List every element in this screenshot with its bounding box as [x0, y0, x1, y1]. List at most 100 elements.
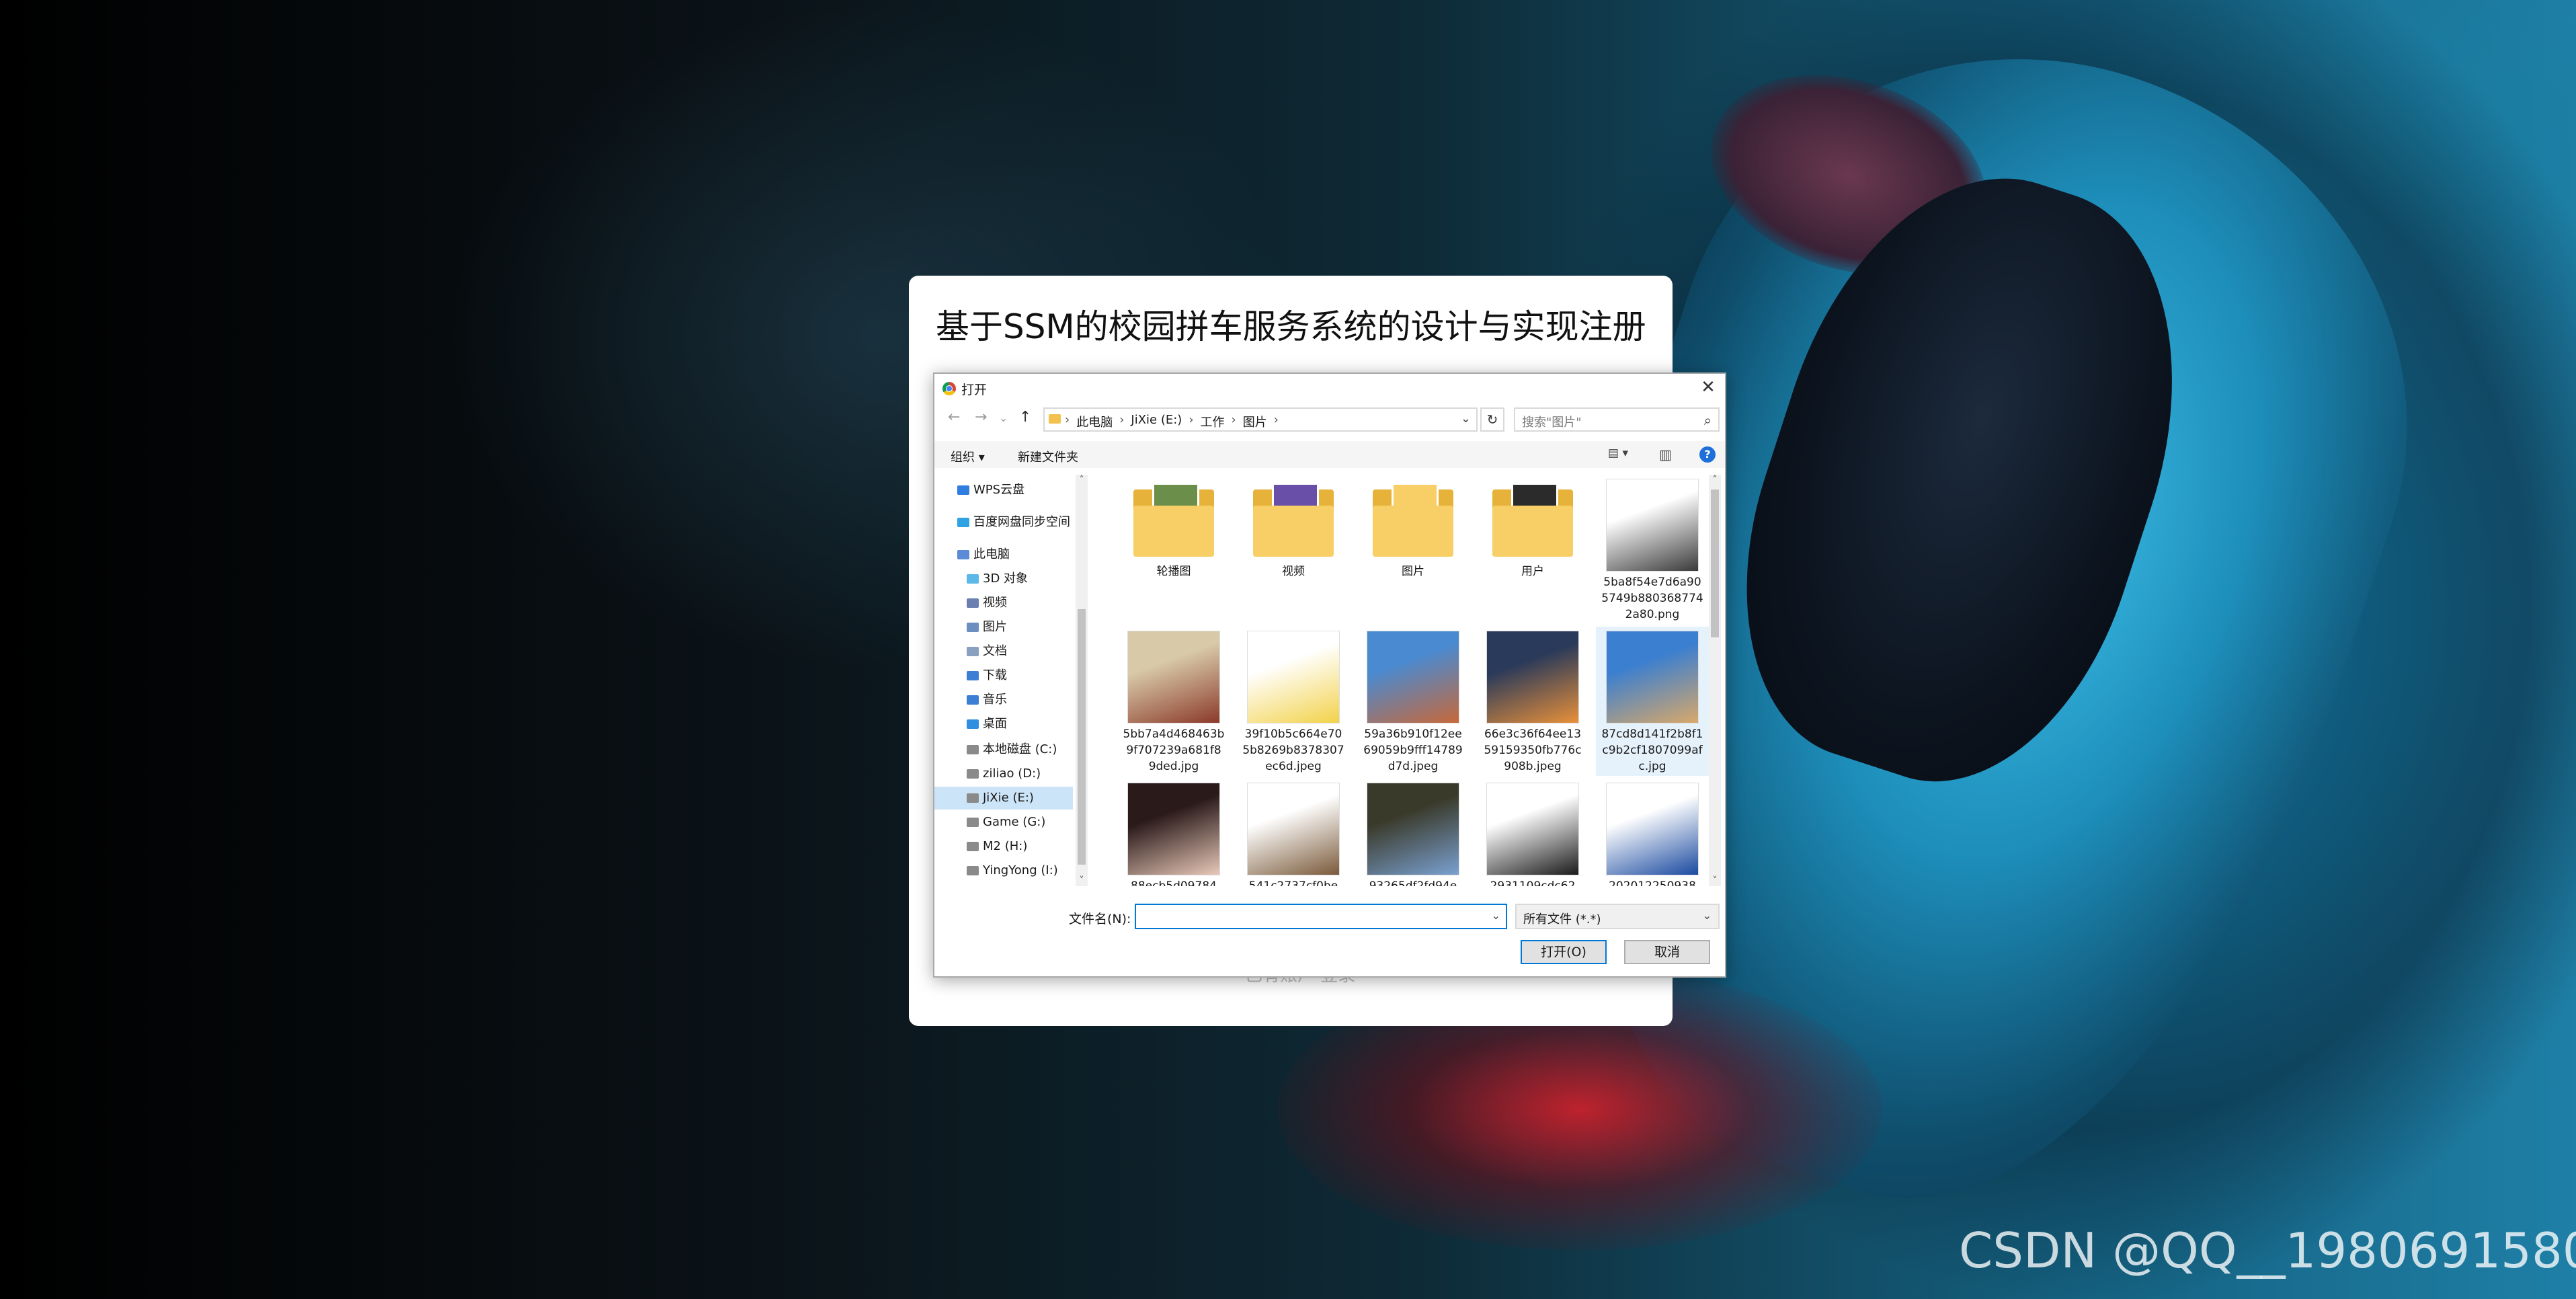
filetype-select[interactable]: 所有文件 (*.*) ⌄: [1515, 904, 1720, 929]
file-item[interactable]: 93265df2fd94e: [1357, 779, 1470, 886]
file-item[interactable]: 2931109cdc62: [1476, 779, 1589, 886]
chrome-icon: [942, 382, 956, 395]
forward-arrow-icon[interactable]: →: [975, 409, 987, 426]
file-item[interactable]: 88ecb5d09784: [1117, 779, 1230, 886]
chevron-down-icon[interactable]: ⌄: [1461, 411, 1471, 426]
folder-item[interactable]: 轮播图: [1117, 475, 1230, 624]
address-bar[interactable]: › 此电脑 › JiXie (E:) › 工作 › 图片 › ⌄: [1043, 407, 1478, 432]
scroll-thumb[interactable]: [1711, 489, 1719, 637]
file-item[interactable]: 39f10b5c664e705b8269b8378307ec6d.jpeg: [1237, 627, 1350, 776]
image-thumbnail: [1127, 783, 1220, 875]
sidebar-item[interactable]: 此电脑: [934, 543, 1073, 566]
folder-item[interactable]: 用户: [1476, 475, 1589, 624]
drive-icon: [967, 818, 979, 827]
back-arrow-icon[interactable]: ←: [948, 409, 960, 426]
scroll-down-icon[interactable]: ˅: [1709, 875, 1721, 886]
filename-input[interactable]: ⌄: [1135, 904, 1507, 929]
recent-locations-icon[interactable]: ⌄: [999, 411, 1008, 424]
breadcrumb-item[interactable]: JiXie (E:): [1131, 413, 1182, 430]
folder-icon: [1492, 483, 1573, 557]
sidebar-item[interactable]: 3D 对象: [934, 567, 1073, 590]
sidebar-item[interactable]: 百度网盘同步空间: [934, 511, 1073, 534]
file-name: 用户: [1521, 565, 1544, 578]
file-item[interactable]: 541c2737cf0be: [1237, 779, 1350, 886]
folder-icon: [967, 695, 979, 705]
folder-icon: [967, 574, 979, 584]
file-item[interactable]: 59a36b910f12ee69059b9fff14789d7d.jpeg: [1357, 627, 1470, 776]
sidebar-item-label: 视频: [983, 596, 1007, 610]
sidebar-item[interactable]: 视频: [934, 592, 1073, 615]
preview-pane-icon[interactable]: ▥: [1659, 446, 1672, 463]
folder-item[interactable]: 视频: [1237, 475, 1350, 624]
image-thumbnail: [1367, 631, 1459, 723]
new-folder-button[interactable]: 新建文件夹: [1018, 448, 1078, 465]
file-item[interactable]: 87cd8d141f2b8f1c9b2cf1807099afc.jpg: [1596, 627, 1709, 776]
sidebar-item-label: 音乐: [983, 693, 1007, 707]
navigation-pane-scrollbar[interactable]: ˄ ˅: [1076, 475, 1088, 886]
sidebar-item-label: ziliao (D:): [983, 766, 1041, 781]
file-name: 87cd8d141f2b8f1c9b2cf1807099afc.jpg: [1601, 727, 1703, 773]
file-list-scrollbar[interactable]: ˄ ˅: [1709, 475, 1721, 886]
file-item[interactable]: 5bb7a4d468463b9f707239a681f89ded.jpg: [1117, 627, 1230, 776]
image-thumbnail: [1606, 783, 1699, 875]
folder-icon: [1049, 414, 1061, 424]
sidebar-item-label: WPS云盘: [973, 483, 1025, 497]
close-button[interactable]: ✕: [1697, 377, 1720, 399]
sidebar-item[interactable]: M2 (H:): [934, 835, 1073, 858]
sidebar-item[interactable]: 桌面: [934, 713, 1073, 736]
file-list: 轮播图 视频 图片 用户 5ba8f54e7d6a905749b8803687742a8…: [1104, 475, 1709, 886]
up-arrow-icon[interactable]: ↑: [1019, 409, 1031, 426]
sidebar-item[interactable]: 下载: [934, 664, 1073, 687]
filetype-value: 所有文件 (*.*): [1523, 912, 1601, 927]
chevron-down-icon[interactable]: ⌄: [1492, 909, 1500, 922]
scroll-up-icon[interactable]: ˄: [1076, 475, 1088, 485]
breadcrumb-separator-icon[interactable]: ›: [1189, 413, 1193, 430]
scroll-up-icon[interactable]: ˄: [1709, 475, 1721, 485]
sidebar-item[interactable]: YingYong (I:): [934, 859, 1073, 882]
refresh-button[interactable]: ↻: [1480, 407, 1504, 432]
file-item[interactable]: 5ba8f54e7d6a905749b8803687742a80.png: [1596, 475, 1709, 624]
sidebar-item[interactable]: WPS云盘: [934, 479, 1073, 502]
sidebar-item[interactable]: 本地磁盘 (C:): [934, 738, 1073, 761]
scroll-thumb[interactable]: [1078, 609, 1086, 865]
file-item[interactable]: 202012250938: [1596, 779, 1709, 886]
search-placeholder: 搜索"图片": [1522, 416, 1582, 430]
folder-icon: [967, 671, 979, 680]
view-options-icon[interactable]: ▤ ▾: [1608, 446, 1628, 460]
sidebar-item[interactable]: 音乐: [934, 688, 1073, 711]
dialog-titlebar[interactable]: 打开 ✕: [934, 374, 1725, 402]
page-title: 基于SSM的校园拼车服务系统的设计与实现注册: [936, 307, 1646, 346]
sidebar-item[interactable]: Game (G:): [934, 811, 1073, 834]
breadcrumb-item[interactable]: 此电脑: [1076, 413, 1113, 430]
breadcrumb-separator-icon[interactable]: ›: [1232, 413, 1236, 430]
folder-icon: [957, 550, 969, 559]
file-name: 202012250938: [1609, 879, 1696, 886]
breadcrumb-item[interactable]: 图片: [1243, 413, 1267, 430]
breadcrumb-item[interactable]: 工作: [1201, 413, 1225, 430]
breadcrumb-separator-icon[interactable]: ›: [1119, 413, 1124, 430]
image-thumbnail: [1486, 631, 1579, 723]
help-icon[interactable]: ?: [1699, 446, 1716, 463]
file-name: 轮播图: [1156, 565, 1191, 578]
sidebar-item-label: 本地磁盘 (C:): [983, 742, 1057, 756]
sidebar-item[interactable]: JiXie (E:): [934, 787, 1073, 810]
file-item[interactable]: 66e3c36f64ee1359159350fb776c908b.jpeg: [1476, 627, 1589, 776]
watermark: CSDN @QQ__1980691580: [1959, 1222, 2576, 1279]
breadcrumb-separator-icon[interactable]: ›: [1065, 413, 1070, 430]
cancel-button[interactable]: 取消: [1624, 940, 1710, 964]
sidebar-item-label: 桌面: [983, 717, 1007, 731]
file-name: 2931109cdc62: [1490, 879, 1576, 886]
sidebar-item[interactable]: 图片: [934, 616, 1073, 639]
folder-item[interactable]: 图片: [1357, 475, 1470, 624]
organize-menu[interactable]: 组织 ▾: [951, 448, 985, 465]
sidebar-item[interactable]: ziliao (D:): [934, 762, 1073, 785]
image-thumbnail: [1367, 783, 1459, 875]
sidebar-item[interactable]: 文档: [934, 640, 1073, 663]
search-input[interactable]: 搜索"图片" ⌕: [1514, 407, 1720, 432]
open-button[interactable]: 打开(O): [1521, 940, 1607, 964]
dialog-title: 打开: [961, 383, 988, 397]
file-name: 5bb7a4d468463b9f707239a681f89ded.jpg: [1123, 727, 1225, 773]
breadcrumb-separator-icon[interactable]: ›: [1274, 413, 1279, 430]
folder-icon: [1133, 483, 1214, 557]
scroll-down-icon[interactable]: ˅: [1076, 875, 1088, 886]
